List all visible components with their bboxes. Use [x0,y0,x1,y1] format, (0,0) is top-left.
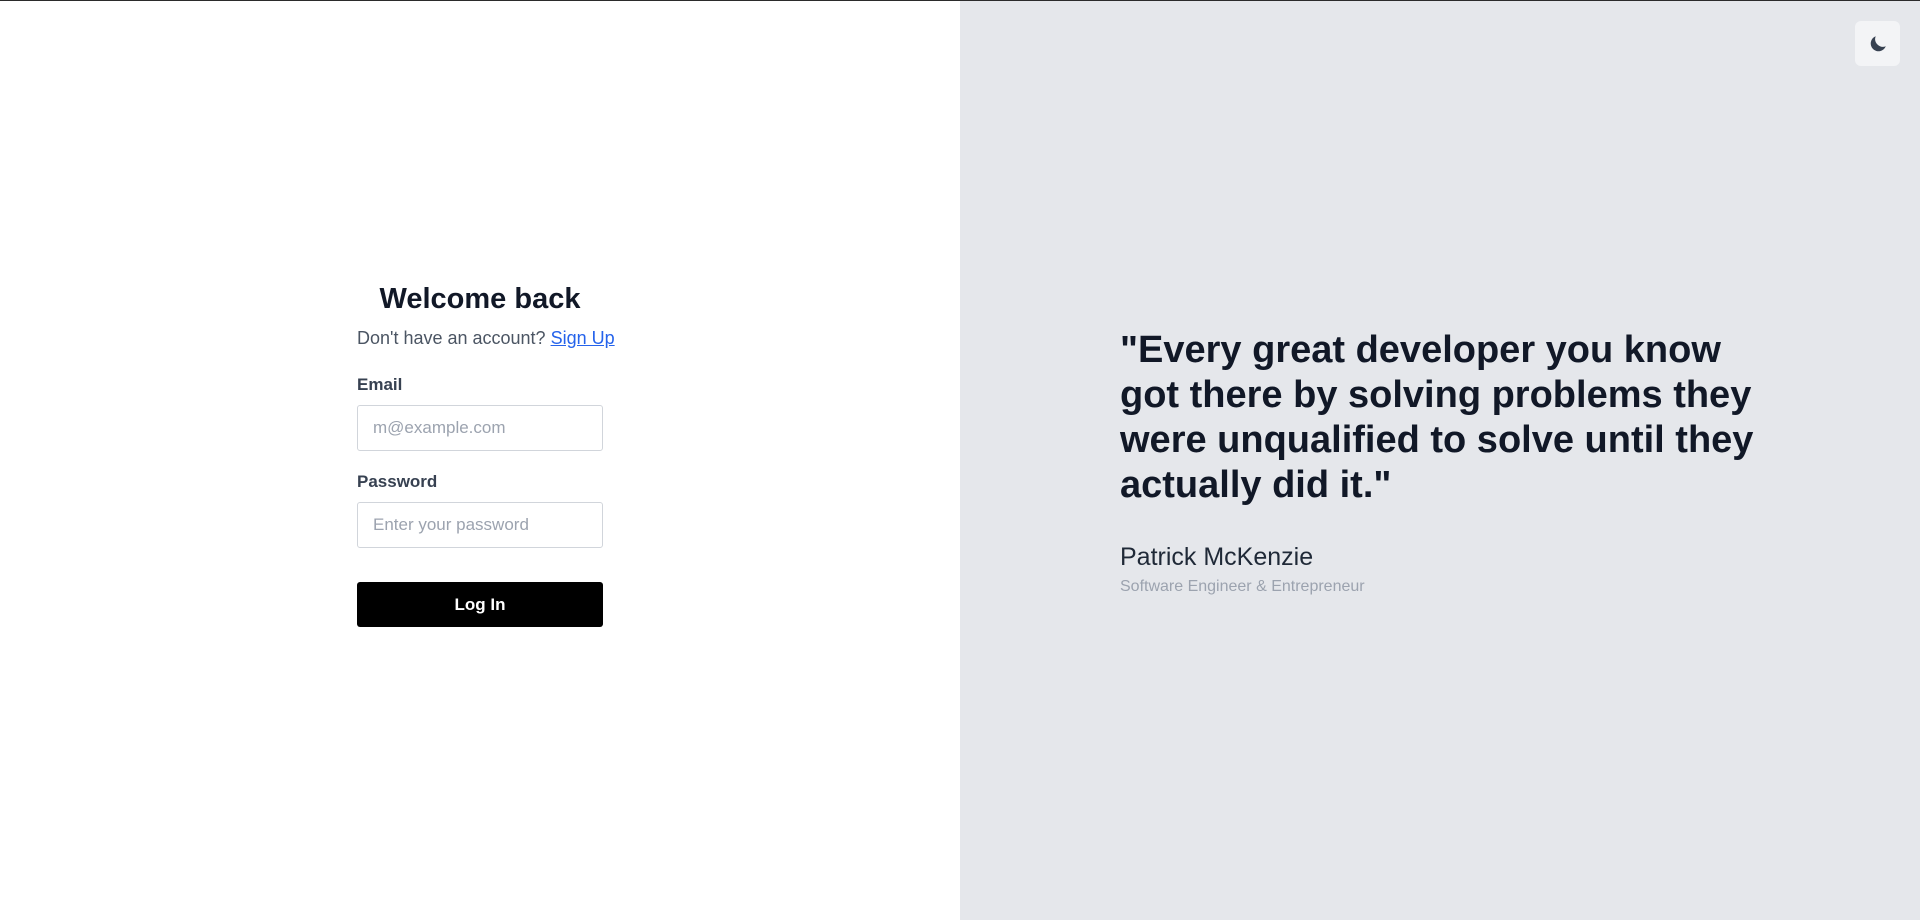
login-page: Welcome back Don't have an account? Sign… [0,0,1920,920]
email-label: Email [357,375,403,394]
signup-link[interactable]: Sign Up [551,328,615,348]
login-button[interactable]: Log In [357,582,603,627]
testimonial-panel: "Every great developer you know got ther… [960,1,1920,920]
email-field[interactable] [357,405,603,451]
page-title: Welcome back [379,283,581,315]
password-field-group: Password [357,471,603,548]
login-form: Welcome back Don't have an account? Sign… [357,281,615,627]
password-label: Password [357,472,438,491]
signup-prompt: Don't have an account? Sign Up [357,326,615,350]
testimonial: "Every great developer you know got ther… [1120,328,1780,597]
testimonial-author: Patrick McKenzie [1120,543,1314,571]
login-panel: Welcome back Don't have an account? Sign… [0,1,960,920]
moon-icon [1870,35,1886,51]
email-field-group: Email [357,374,603,451]
password-field[interactable] [357,502,603,548]
testimonial-role: Software Engineer & Entrepreneur [1120,578,1365,595]
testimonial-quote: "Every great developer you know got ther… [1120,329,1754,506]
signup-prompt-text: Don't have an account? [357,328,551,348]
theme-toggle-button[interactable] [1855,21,1900,66]
